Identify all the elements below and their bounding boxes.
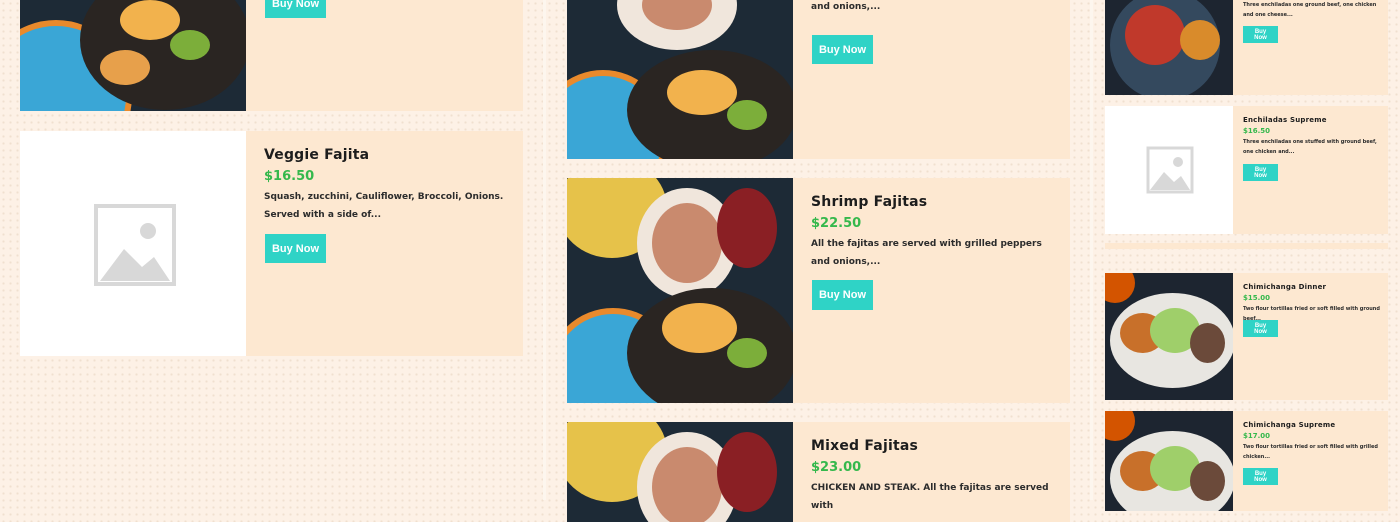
column-divider bbox=[543, 0, 546, 500]
product-price: $17.00 bbox=[1243, 432, 1271, 440]
product-description: Squash, zucchini, Cauliflower, Broccoli,… bbox=[264, 192, 504, 220]
column-divider bbox=[1090, 0, 1093, 500]
image-placeholder-icon bbox=[1146, 146, 1194, 194]
product-image[interactable] bbox=[567, 178, 793, 403]
product-description: All the fajitas are served with grilled … bbox=[811, 2, 881, 12]
product-image[interactable] bbox=[20, 0, 246, 111]
product-image-placeholder[interactable] bbox=[20, 131, 246, 356]
product-image[interactable] bbox=[1105, 273, 1233, 400]
buy-now-button[interactable]: Buy Now bbox=[812, 35, 873, 64]
product-card[interactable]: Buy Now bbox=[20, 0, 523, 111]
product-image[interactable] bbox=[1105, 411, 1233, 511]
buy-now-button[interactable]: Buy Now bbox=[812, 280, 873, 310]
product-description: All the fajitas are served with grilled … bbox=[811, 239, 1042, 267]
product-image[interactable] bbox=[567, 422, 793, 522]
product-card[interactable]: All the fajitas are served with grilled … bbox=[567, 0, 1070, 159]
product-card[interactable]: Veggie Fajita $16.50 Squash, zucchini, C… bbox=[20, 131, 523, 356]
product-card-edge bbox=[1105, 243, 1388, 249]
product-card[interactable]: Enchiladas Supreme $16.50 Three enchilad… bbox=[1105, 106, 1388, 234]
image-placeholder-icon bbox=[94, 204, 176, 286]
product-title[interactable]: Shrimp Fajitas bbox=[811, 194, 1056, 210]
product-description: Three enchiladas one stuffed with ground… bbox=[1243, 139, 1377, 155]
product-card[interactable]: Chimichanga Supreme $17.00 Two flour tor… bbox=[1105, 411, 1388, 511]
product-card[interactable]: Mixed Fajitas $23.00 CHICKEN AND STEAK. … bbox=[567, 422, 1070, 522]
product-title[interactable]: Enchiladas Supreme bbox=[1243, 116, 1378, 124]
product-price: $15.00 bbox=[1243, 294, 1271, 302]
product-title[interactable]: Chimichanga Dinner bbox=[1243, 283, 1383, 291]
product-image[interactable] bbox=[1105, 0, 1233, 95]
product-price: $22.50 bbox=[811, 216, 862, 231]
product-description: Two flour tortillas fried or soft filled… bbox=[1243, 444, 1378, 460]
buy-now-button[interactable]: Buy Now bbox=[265, 234, 326, 263]
product-description: CHICKEN AND STEAK. All the fajitas are s… bbox=[811, 483, 1049, 511]
buy-now-button[interactable]: Buy Now bbox=[1243, 26, 1278, 43]
product-price: $16.50 bbox=[1243, 127, 1271, 135]
product-title[interactable]: Chimichanga Supreme bbox=[1243, 421, 1383, 429]
product-description: Three enchiladas one ground beef, one ch… bbox=[1243, 2, 1377, 18]
buy-now-button[interactable]: Buy Now bbox=[1243, 320, 1278, 337]
product-price: $23.00 bbox=[811, 460, 862, 475]
product-image[interactable] bbox=[567, 0, 793, 159]
buy-now-button[interactable]: Buy Now bbox=[1243, 468, 1278, 485]
product-card[interactable]: Shrimp Fajitas $22.50 All the fajitas ar… bbox=[567, 178, 1070, 403]
product-card[interactable]: Chimichanga Dinner $15.00 Two flour tort… bbox=[1105, 273, 1388, 400]
product-price: $16.50 bbox=[264, 169, 315, 184]
product-title[interactable]: Mixed Fajitas bbox=[811, 438, 1056, 454]
product-image-placeholder[interactable] bbox=[1105, 106, 1233, 234]
product-title[interactable]: Veggie Fajita bbox=[264, 147, 509, 163]
buy-now-button[interactable]: Buy Now bbox=[1243, 164, 1278, 181]
buy-now-button[interactable]: Buy Now bbox=[265, 0, 326, 18]
product-card[interactable]: Three enchiladas one ground beef, one ch… bbox=[1105, 0, 1388, 95]
